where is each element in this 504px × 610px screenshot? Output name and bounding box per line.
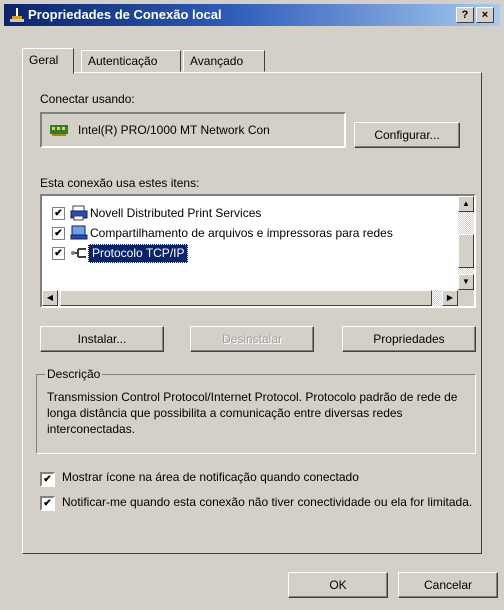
scroll-corner: [458, 290, 474, 306]
item-label: Compartilhamento de arquivos e impressor…: [90, 226, 393, 240]
tab-avancado[interactable]: Avançado: [183, 50, 265, 72]
tab-geral[interactable]: Geral: [22, 48, 74, 74]
uninstall-button[interactable]: Desinstalar: [190, 326, 314, 352]
tab-autenticacao[interactable]: Autenticação: [81, 50, 181, 72]
vertical-scrollbar[interactable]: ▲ ▼: [458, 196, 474, 290]
printer-icon: [70, 205, 88, 221]
hscroll-thumb[interactable]: [60, 290, 432, 306]
notify-label[interactable]: Notificar-me quando esta conexão não tiv…: [62, 494, 476, 510]
show-icon-checkbox[interactable]: ✔: [40, 472, 55, 487]
item-checkbox[interactable]: ✔: [52, 207, 65, 220]
adapter-name: Intel(R) PRO/1000 MT Network Con: [78, 123, 270, 137]
description-title: Descrição: [45, 367, 103, 381]
ok-button[interactable]: OK: [288, 572, 388, 598]
protocol-icon: [71, 248, 86, 258]
scroll-up-arrow-icon[interactable]: ▲: [458, 196, 474, 212]
window-title: Propriedades de Conexão local: [28, 7, 222, 22]
share-icon: [70, 225, 88, 240]
scroll-right-arrow-icon[interactable]: ▶: [442, 290, 458, 306]
show-icon-label[interactable]: Mostrar ícone na área de notificação qua…: [62, 470, 359, 484]
properties-dialog: Propriedades de Conexão local ? × Geral …: [0, 0, 504, 610]
network-connection-icon: [10, 8, 24, 22]
network-card-icon: [50, 125, 68, 136]
title-bar[interactable]: Propriedades de Conexão local ? ×: [4, 4, 500, 26]
install-button[interactable]: Instalar...: [40, 326, 164, 352]
scroll-down-arrow-icon[interactable]: ▼: [458, 274, 474, 290]
item-checkbox[interactable]: ✔: [52, 247, 65, 260]
horizontal-scrollbar[interactable]: ◀ ▶: [42, 290, 458, 306]
connect-using-label: Conectar usando:: [40, 92, 135, 106]
scroll-thumb[interactable]: [458, 234, 474, 268]
properties-button[interactable]: Propriedades: [342, 326, 476, 352]
item-label-selected: Protocolo TCP/IP: [88, 244, 189, 263]
cancel-button[interactable]: Cancelar: [398, 572, 498, 598]
scroll-left-arrow-icon[interactable]: ◀: [42, 290, 58, 306]
adapter-field: Intel(R) PRO/1000 MT Network Con: [40, 112, 346, 148]
close-button[interactable]: ×: [476, 7, 494, 23]
item-checkbox[interactable]: ✔: [52, 227, 65, 240]
notify-checkbox[interactable]: ✔: [40, 496, 55, 511]
description-text: Transmission Control Protocol/Internet P…: [47, 390, 458, 436]
description-group: Descrição Transmission Control Protocol/…: [36, 367, 476, 454]
items-list[interactable]: ✔ Novell Distributed Print Services ✔ Co…: [40, 194, 476, 308]
items-label: Esta conexão usa estes itens:: [40, 176, 200, 190]
help-button[interactable]: ?: [456, 7, 474, 23]
configure-button[interactable]: Configurar...: [354, 122, 460, 148]
item-label: Novell Distributed Print Services: [90, 206, 262, 220]
